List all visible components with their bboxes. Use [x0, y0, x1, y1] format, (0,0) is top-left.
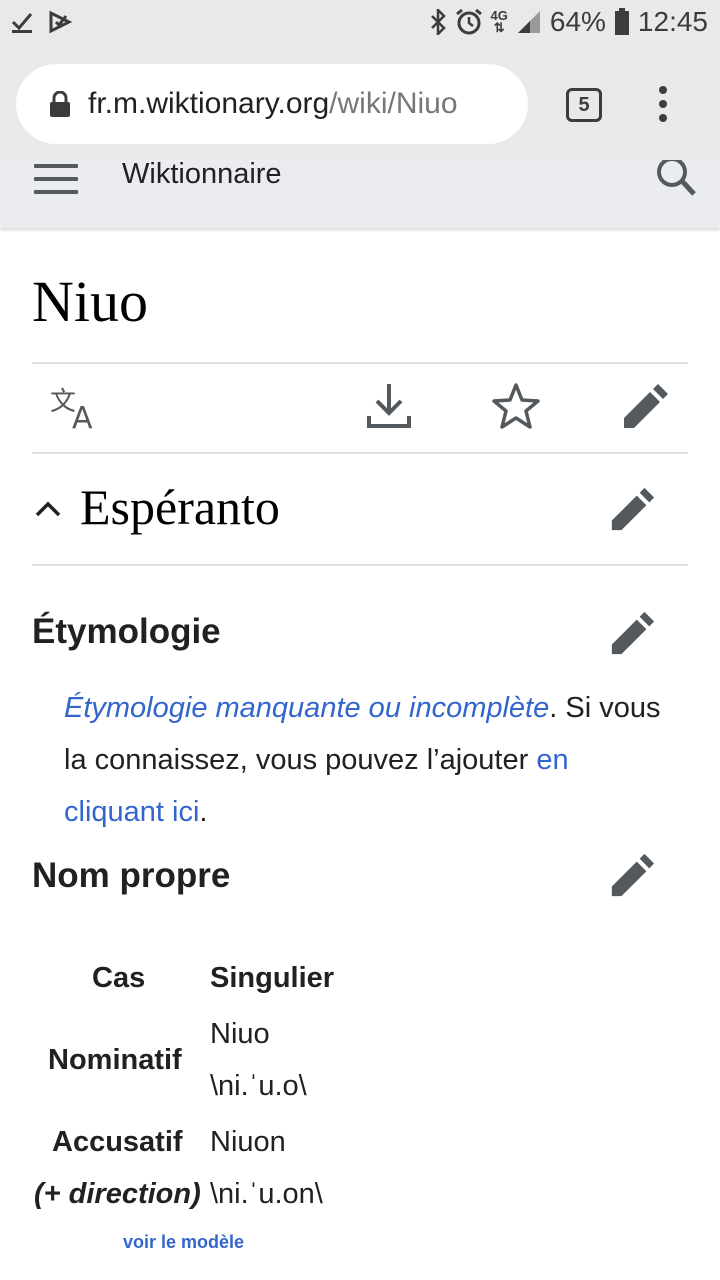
accusative-pronunciation[interactable]: \ni.ˈu.on\: [210, 1178, 323, 1211]
network-type: 4G ⇅: [490, 8, 508, 35]
section-title: Espéranto: [80, 479, 280, 535]
battery-percent: 64%: [549, 6, 606, 37]
etymology-heading: Étymologie: [32, 612, 221, 651]
address-bar[interactable]: fr.m.wiktionary.org/wiki/Niuo: [16, 64, 528, 144]
url-text[interactable]: fr.m.wiktionary.org/wiki/Niuo: [88, 87, 508, 121]
menu-icon[interactable]: [34, 164, 78, 194]
edit-section-icon[interactable]: [608, 486, 656, 534]
edit-proper-noun-icon[interactable]: [608, 852, 656, 900]
signal-icon: [517, 11, 540, 33]
bluetooth-icon: [430, 9, 446, 35]
lock-icon: [50, 90, 70, 117]
status-bar: 4G ⇅ 64% 12:45: [0, 0, 720, 50]
star-icon[interactable]: [492, 382, 540, 430]
download-icon[interactable]: [366, 382, 412, 430]
table-header-singular: Singulier: [210, 962, 335, 994]
alarm-icon: [455, 8, 482, 35]
check-notification-icon: [11, 13, 33, 33]
divider: [32, 564, 688, 566]
page-actions: 文 A: [32, 364, 688, 452]
row-label-accusative-direction: (+ direction): [34, 1178, 201, 1210]
table-header-case: Cas: [92, 962, 146, 994]
clock: 12:45: [637, 6, 708, 37]
browser-toolbar: fr.m.wiktionary.org/wiki/Niuo 5: [0, 50, 720, 160]
page-title: Niuo: [32, 269, 148, 334]
section-header-esperanto[interactable]: Espéranto: [32, 478, 688, 548]
divider: [32, 452, 688, 454]
accusative-word-link[interactable]: Niuon: [210, 1126, 286, 1159]
site-header: Wiktionnaire: [0, 158, 720, 228]
site-name[interactable]: Wiktionnaire: [122, 158, 282, 191]
search-icon[interactable]: [656, 160, 698, 196]
row-label-nominative: Nominatif: [48, 1044, 182, 1076]
nominative-pronunciation[interactable]: \ni.ˈu.o\: [210, 1070, 307, 1103]
svg-text:A: A: [72, 401, 93, 430]
battery-icon: [614, 8, 629, 35]
proper-noun-heading: Nom propre: [32, 856, 231, 895]
nominative-word: Niuo: [210, 1018, 270, 1050]
view-template-link[interactable]: voir le modèle: [123, 1232, 244, 1253]
row-label-accusative: Accusatif: [52, 1126, 183, 1158]
task-notification-icon: [49, 10, 72, 34]
more-options-icon[interactable]: [656, 86, 670, 126]
etymology-text: Étymologie manquante ou incomplète. Si v…: [64, 692, 661, 828]
etymology-missing-link[interactable]: Étymologie manquante ou incomplète: [64, 692, 549, 724]
language-icon[interactable]: 文 A: [48, 384, 104, 430]
edit-etymology-icon[interactable]: [608, 610, 656, 658]
tab-switcher-button[interactable]: 5: [566, 88, 602, 122]
chevron-up-icon[interactable]: [34, 498, 62, 518]
edit-icon[interactable]: [620, 382, 670, 432]
